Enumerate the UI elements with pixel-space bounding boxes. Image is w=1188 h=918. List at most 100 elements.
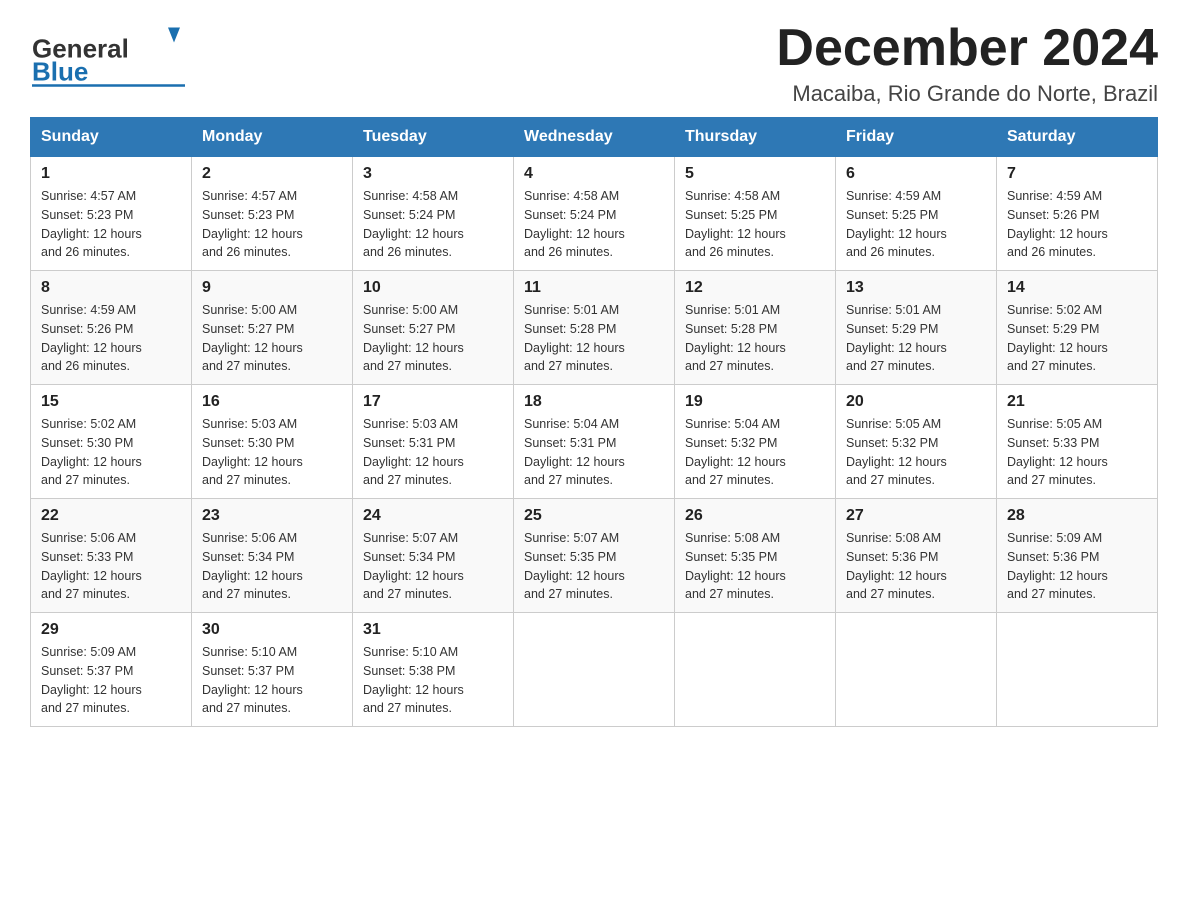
- calendar-cell: 5Sunrise: 4:58 AMSunset: 5:25 PMDaylight…: [675, 157, 836, 271]
- calendar-cell: [836, 613, 997, 727]
- day-number: 25: [524, 507, 664, 525]
- calendar-cell: 25 Sunrise: 5:07 AMSunset: 5:35 PMDayligh…: [514, 499, 675, 613]
- day-number: 11: [524, 279, 664, 297]
- day-header-friday: Friday: [836, 118, 997, 157]
- day-info: Sunrise: 4:57 AMSunset: 5:23 PMDaylight:…: [41, 187, 181, 262]
- calendar-cell: 24 Sunrise: 5:07 AMSunset: 5:34 PMDayligh…: [353, 499, 514, 613]
- day-number: 27: [846, 507, 986, 525]
- logo-area: General Blue: [30, 20, 190, 90]
- day-number: 28: [1007, 507, 1147, 525]
- day-number: 26: [685, 507, 825, 525]
- page-header: General Blue December 2024 Macaiba, Rio …: [30, 20, 1158, 107]
- calendar-cell: 3Sunrise: 4:58 AMSunset: 5:24 PMDaylight…: [353, 157, 514, 271]
- day-info: Sunrise: 5:03 AMSunset: 5:31 PMDaylight:…: [363, 415, 503, 490]
- calendar-cell: 8Sunrise: 4:59 AMSunset: 5:26 PMDaylight…: [31, 271, 192, 385]
- day-number: 15: [41, 393, 181, 411]
- day-info: Sunrise: 5:01 AMSunset: 5:28 PMDaylight:…: [524, 301, 664, 376]
- day-number: 6: [846, 165, 986, 183]
- day-number: 7: [1007, 165, 1147, 183]
- day-number: 22: [41, 507, 181, 525]
- day-number: 21: [1007, 393, 1147, 411]
- day-info: Sunrise: 5:01 AMSunset: 5:29 PMDaylight:…: [846, 301, 986, 376]
- day-number: 24: [363, 507, 503, 525]
- day-info: Sunrise: 4:57 AMSunset: 5:23 PMDaylight:…: [202, 187, 342, 262]
- svg-text:Blue: Blue: [32, 57, 88, 87]
- day-info: Sunrise: 5:08 AMSunset: 5:35 PMDaylight:…: [685, 529, 825, 604]
- calendar-cell: [997, 613, 1158, 727]
- calendar-table: SundayMondayTuesdayWednesdayThursdayFrid…: [30, 117, 1158, 727]
- day-info: Sunrise: 5:07 AMSunset: 5:34 PMDaylight:…: [363, 529, 503, 604]
- week-row-1: 1 Sunrise: 4:57 AMSunset: 5:23 PMDaylight…: [31, 157, 1158, 271]
- day-header-thursday: Thursday: [675, 118, 836, 157]
- day-number: 12: [685, 279, 825, 297]
- day-number: 13: [846, 279, 986, 297]
- calendar-cell: 2 Sunrise: 4:57 AMSunset: 5:23 PMDaylight…: [192, 157, 353, 271]
- week-row-2: 8Sunrise: 4:59 AMSunset: 5:26 PMDaylight…: [31, 271, 1158, 385]
- day-info: Sunrise: 5:05 AMSunset: 5:33 PMDaylight:…: [1007, 415, 1147, 490]
- calendar-cell: [514, 613, 675, 727]
- calendar-cell: 29 Sunrise: 5:09 AMSunset: 5:37 PMDayligh…: [31, 613, 192, 727]
- day-number: 19: [685, 393, 825, 411]
- week-row-3: 15 Sunrise: 5:02 AMSunset: 5:30 PMDayligh…: [31, 385, 1158, 499]
- day-info: Sunrise: 5:04 AMSunset: 5:32 PMDaylight:…: [685, 415, 825, 490]
- day-info: Sunrise: 5:04 AMSunset: 5:31 PMDaylight:…: [524, 415, 664, 490]
- day-info: Sunrise: 5:05 AMSunset: 5:32 PMDaylight:…: [846, 415, 986, 490]
- day-info: Sunrise: 4:59 AMSunset: 5:26 PMDaylight:…: [1007, 187, 1147, 262]
- day-number: 17: [363, 393, 503, 411]
- calendar-cell: 6 Sunrise: 4:59 AMSunset: 5:25 PMDaylight…: [836, 157, 997, 271]
- day-number: 20: [846, 393, 986, 411]
- day-number: 18: [524, 393, 664, 411]
- day-info: Sunrise: 5:00 AMSunset: 5:27 PMDaylight:…: [202, 301, 342, 376]
- day-info: Sunrise: 5:07 AMSunset: 5:35 PMDaylight:…: [524, 529, 664, 604]
- logo-svg: General Blue: [30, 20, 190, 90]
- day-header-saturday: Saturday: [997, 118, 1158, 157]
- day-info: Sunrise: 5:06 AMSunset: 5:33 PMDaylight:…: [41, 529, 181, 604]
- day-header-wednesday: Wednesday: [514, 118, 675, 157]
- calendar-cell: 10Sunrise: 5:00 AMSunset: 5:27 PMDayligh…: [353, 271, 514, 385]
- calendar-cell: 30 Sunrise: 5:10 AMSunset: 5:37 PMDayligh…: [192, 613, 353, 727]
- calendar-cell: 26 Sunrise: 5:08 AMSunset: 5:35 PMDayligh…: [675, 499, 836, 613]
- day-number: 2: [202, 165, 342, 183]
- location-title: Macaiba, Rio Grande do Norte, Brazil: [776, 81, 1158, 107]
- calendar-cell: 1 Sunrise: 4:57 AMSunset: 5:23 PMDaylight…: [31, 157, 192, 271]
- day-number: 16: [202, 393, 342, 411]
- day-number: 29: [41, 621, 181, 639]
- week-row-5: 29 Sunrise: 5:09 AMSunset: 5:37 PMDayligh…: [31, 613, 1158, 727]
- calendar-cell: 4 Sunrise: 4:58 AMSunset: 5:24 PMDaylight…: [514, 157, 675, 271]
- calendar-cell: 13 Sunrise: 5:01 AMSunset: 5:29 PMDayligh…: [836, 271, 997, 385]
- calendar-cell: 17 Sunrise: 5:03 AMSunset: 5:31 PMDayligh…: [353, 385, 514, 499]
- day-info: Sunrise: 5:09 AMSunset: 5:36 PMDaylight:…: [1007, 529, 1147, 604]
- calendar-cell: 11 Sunrise: 5:01 AMSunset: 5:28 PMDayligh…: [514, 271, 675, 385]
- day-info: Sunrise: 4:59 AMSunset: 5:25 PMDaylight:…: [846, 187, 986, 262]
- calendar-cell: 9Sunrise: 5:00 AMSunset: 5:27 PMDaylight…: [192, 271, 353, 385]
- calendar-cell: 22 Sunrise: 5:06 AMSunset: 5:33 PMDayligh…: [31, 499, 192, 613]
- day-info: Sunrise: 5:09 AMSunset: 5:37 PMDaylight:…: [41, 643, 181, 718]
- day-number: 23: [202, 507, 342, 525]
- calendar-cell: 12 Sunrise: 5:01 AMSunset: 5:28 PMDayligh…: [675, 271, 836, 385]
- day-header-tuesday: Tuesday: [353, 118, 514, 157]
- day-number: 14: [1007, 279, 1147, 297]
- day-number: 4: [524, 165, 664, 183]
- day-number: 8: [41, 279, 181, 297]
- week-row-4: 22 Sunrise: 5:06 AMSunset: 5:33 PMDayligh…: [31, 499, 1158, 613]
- calendar-cell: [675, 613, 836, 727]
- day-number: 1: [41, 165, 181, 183]
- day-info: Sunrise: 5:10 AMSunset: 5:38 PMDaylight:…: [363, 643, 503, 718]
- day-info: Sunrise: 5:03 AMSunset: 5:30 PMDaylight:…: [202, 415, 342, 490]
- calendar-cell: 27Sunrise: 5:08 AMSunset: 5:36 PMDayligh…: [836, 499, 997, 613]
- day-info: Sunrise: 4:58 AMSunset: 5:24 PMDaylight:…: [363, 187, 503, 262]
- day-info: Sunrise: 4:58 AMSunset: 5:24 PMDaylight:…: [524, 187, 664, 262]
- day-info: Sunrise: 5:02 AMSunset: 5:29 PMDaylight:…: [1007, 301, 1147, 376]
- day-number: 30: [202, 621, 342, 639]
- day-info: Sunrise: 5:02 AMSunset: 5:30 PMDaylight:…: [41, 415, 181, 490]
- day-number: 31: [363, 621, 503, 639]
- calendar-header-row: SundayMondayTuesdayWednesdayThursdayFrid…: [31, 118, 1158, 157]
- day-info: Sunrise: 5:10 AMSunset: 5:37 PMDaylight:…: [202, 643, 342, 718]
- day-info: Sunrise: 4:58 AMSunset: 5:25 PMDaylight:…: [685, 187, 825, 262]
- calendar-cell: 20 Sunrise: 5:05 AMSunset: 5:32 PMDayligh…: [836, 385, 997, 499]
- calendar-cell: 18 Sunrise: 5:04 AMSunset: 5:31 PMDayligh…: [514, 385, 675, 499]
- calendar-cell: 16 Sunrise: 5:03 AMSunset: 5:30 PMDayligh…: [192, 385, 353, 499]
- day-number: 10: [363, 279, 503, 297]
- day-info: Sunrise: 5:01 AMSunset: 5:28 PMDaylight:…: [685, 301, 825, 376]
- calendar-cell: 21 Sunrise: 5:05 AMSunset: 5:33 PMDayligh…: [997, 385, 1158, 499]
